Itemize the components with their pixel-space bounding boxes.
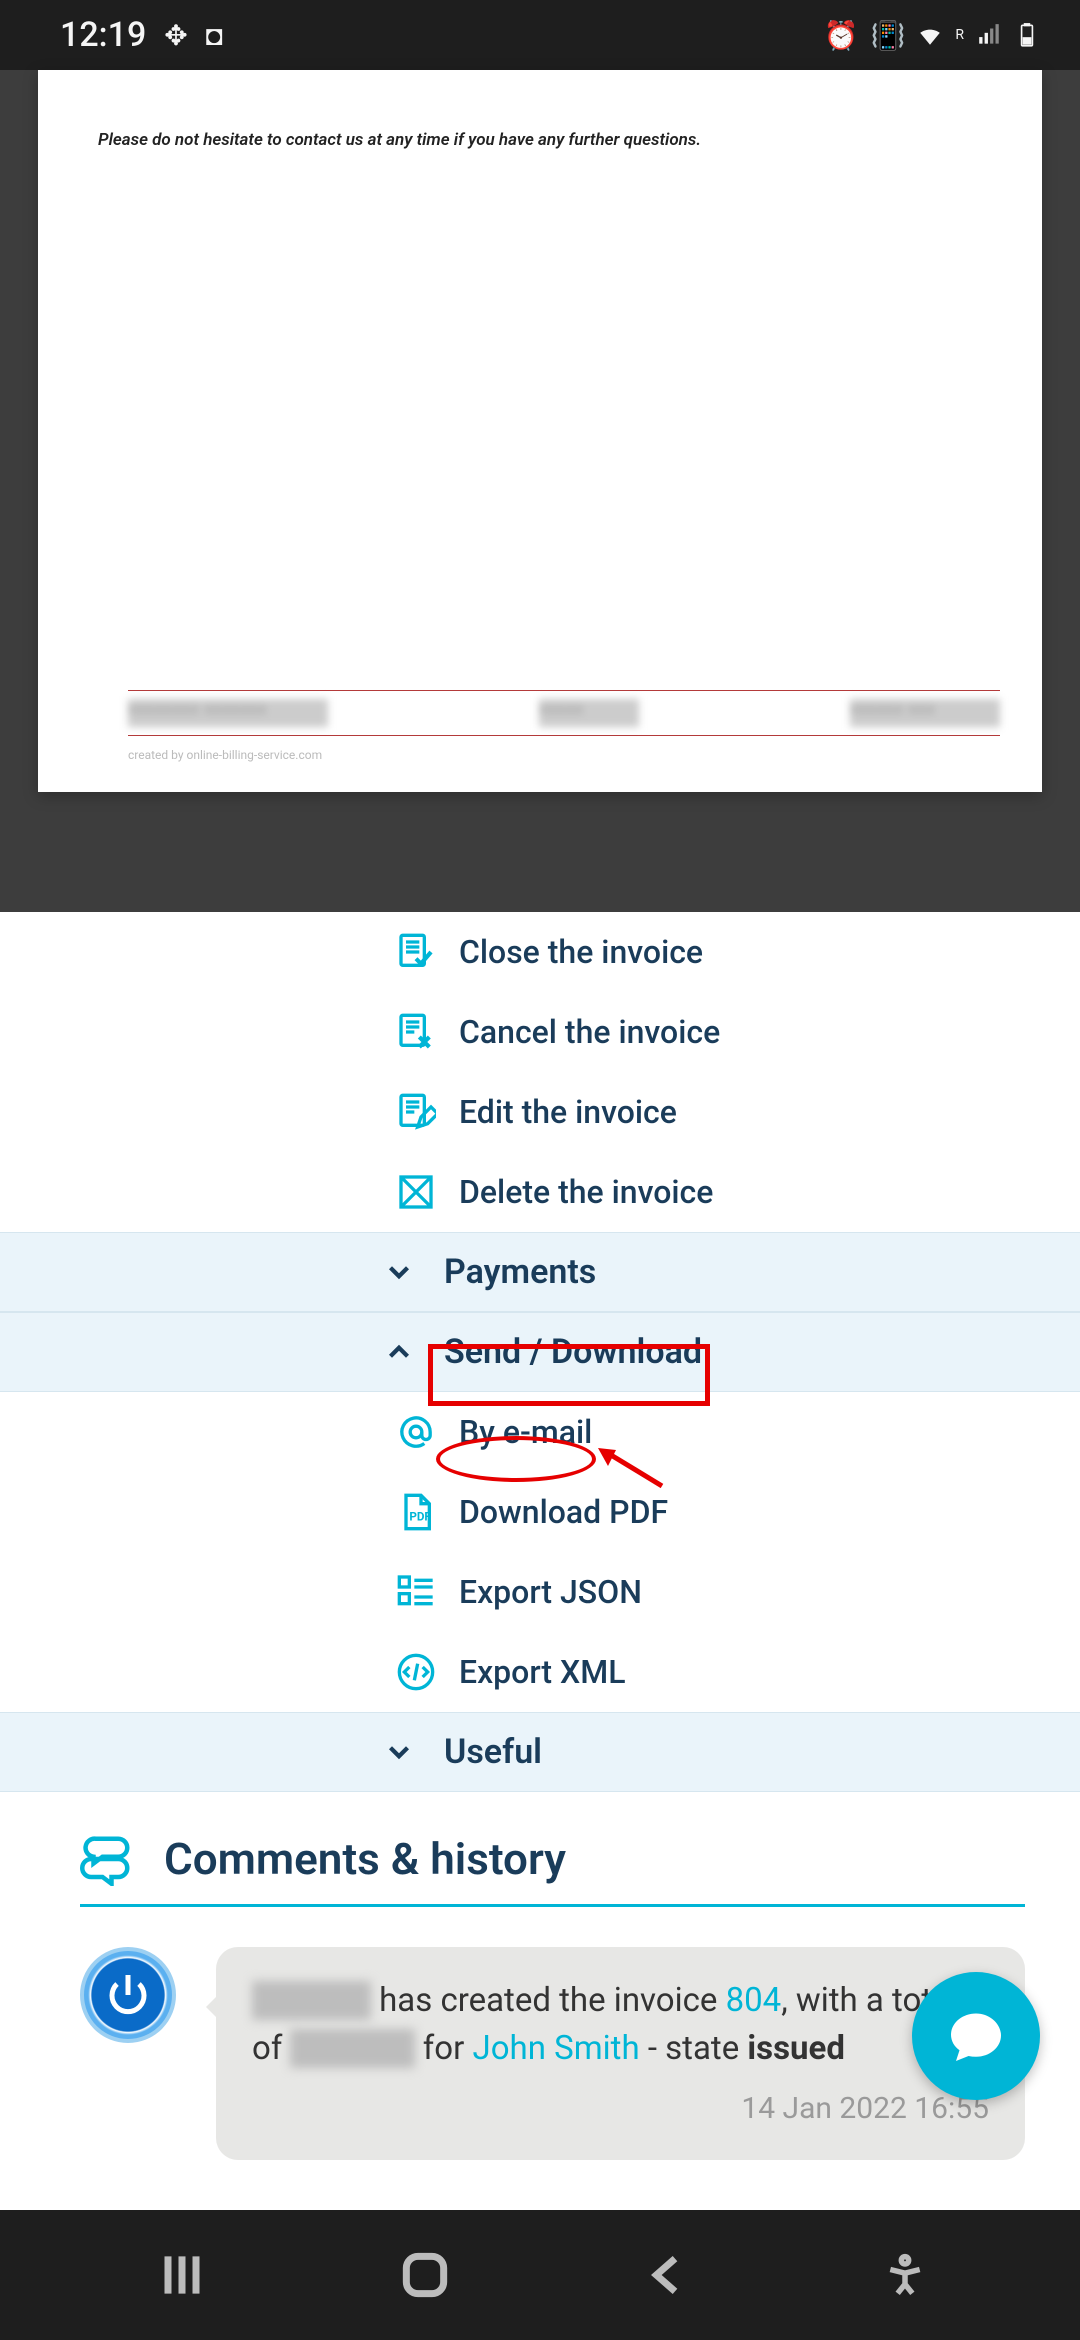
delete-invoice-action[interactable]: Delete the invoice bbox=[0, 1152, 1080, 1232]
section-divider bbox=[80, 1904, 1025, 1907]
delete-invoice-icon bbox=[395, 1172, 437, 1212]
comment-bubble: Xxxxxxx has created the invoice 804, wit… bbox=[216, 1947, 1025, 2160]
section-label: Payments bbox=[444, 1252, 596, 1292]
comments-icon bbox=[80, 1832, 134, 1886]
notification-icon-2: ◘ bbox=[206, 19, 223, 52]
notification-icon-1: ✥ bbox=[164, 19, 187, 52]
action-label: Close the invoice bbox=[459, 933, 703, 971]
useful-section-header[interactable]: Useful bbox=[0, 1712, 1080, 1792]
invoice-number-link[interactable]: 804 bbox=[726, 1981, 782, 2020]
redacted-text: xxxxxxxx xxxxxxx bbox=[128, 699, 328, 727]
invoice-actions-list: Close the invoice Cancel the invoice Edi… bbox=[0, 912, 1080, 1232]
power-icon bbox=[104, 1971, 152, 2019]
alarm-icon: ⏰ bbox=[824, 19, 859, 52]
recents-button[interactable] bbox=[154, 2247, 210, 2303]
comments-title: Comments & history bbox=[164, 1833, 566, 1885]
status-right-cluster: ⏰ 📳 R bbox=[824, 19, 1040, 52]
invoice-document-page: Please do not hesitate to contact us at … bbox=[38, 70, 1042, 792]
redacted-amount: XXXXXX bbox=[290, 2029, 414, 2068]
json-grid-icon bbox=[395, 1572, 437, 1612]
comment-text: for bbox=[415, 2029, 473, 2068]
pdf-file-icon: PDF bbox=[395, 1492, 437, 1532]
edit-invoice-icon bbox=[395, 1092, 437, 1132]
document-footer-block: xxxxxxxx xxxxxxx xxxxx xxxxxx xxx create… bbox=[128, 690, 1000, 762]
action-label: Delete the invoice bbox=[459, 1173, 713, 1211]
chat-fab-button[interactable] bbox=[912, 1972, 1040, 2100]
cancel-invoice-icon bbox=[395, 1012, 437, 1052]
document-preview-region[interactable]: Please do not hesitate to contact us at … bbox=[0, 70, 1080, 912]
xml-code-icon bbox=[395, 1652, 437, 1692]
chevron-up-icon bbox=[382, 1335, 416, 1369]
section-label: Send / Download bbox=[444, 1332, 702, 1372]
comment-timestamp: 14 Jan 2022 16:55 bbox=[252, 2087, 989, 2131]
svg-text:PDF: PDF bbox=[409, 1509, 431, 1523]
edit-invoice-action[interactable]: Edit the invoice bbox=[0, 1072, 1080, 1152]
vibrate-icon: 📳 bbox=[870, 19, 905, 52]
section-label: Useful bbox=[444, 1732, 542, 1772]
action-label: Export XML bbox=[459, 1653, 625, 1691]
android-navigation-bar bbox=[0, 2210, 1080, 2340]
client-name-link[interactable]: John Smith bbox=[472, 2029, 639, 2068]
document-footer-contacts: xxxxxxxx xxxxxxx xxxxx xxxxxx xxx bbox=[128, 690, 1000, 736]
action-label: Cancel the invoice bbox=[459, 1013, 720, 1051]
avatar bbox=[80, 1947, 176, 2043]
send-download-items: By e-mail PDF Download PDF Export JSON E… bbox=[0, 1392, 1080, 1712]
close-invoice-icon bbox=[395, 932, 437, 972]
android-status-bar: 12:19 ✥ ◘ ⏰ 📳 R bbox=[0, 0, 1080, 70]
redacted-text: xxxxx bbox=[539, 699, 639, 727]
document-footer-notice: Please do not hesitate to contact us at … bbox=[98, 130, 982, 150]
chevron-down-icon bbox=[382, 1255, 416, 1289]
comments-header: Comments & history bbox=[80, 1832, 1025, 1886]
send-by-email-action[interactable]: By e-mail bbox=[0, 1392, 1080, 1472]
action-label: Export JSON bbox=[459, 1573, 642, 1611]
comments-history-section: Comments & history Xxxxxxx has created t… bbox=[0, 1792, 1080, 2160]
export-json-action[interactable]: Export JSON bbox=[0, 1552, 1080, 1632]
close-invoice-action[interactable]: Close the invoice bbox=[0, 912, 1080, 992]
battery-icon bbox=[1014, 22, 1040, 48]
invoice-state: issued bbox=[747, 2029, 845, 2068]
at-sign-icon bbox=[395, 1412, 437, 1452]
redacted-username: Xxxxxxx bbox=[252, 1981, 371, 2020]
back-button[interactable] bbox=[640, 2247, 696, 2303]
action-label: Download PDF bbox=[459, 1493, 668, 1531]
wifi-icon bbox=[917, 22, 943, 48]
payments-section-header[interactable]: Payments bbox=[0, 1232, 1080, 1312]
chevron-down-icon bbox=[382, 1735, 416, 1769]
comment-entry: Xxxxxxx has created the invoice 804, wit… bbox=[80, 1947, 1025, 2160]
redacted-text: xxxxxx xxx bbox=[850, 699, 1000, 727]
home-button[interactable] bbox=[397, 2247, 453, 2303]
document-generated-by: created by online-billing-service.com bbox=[128, 748, 1000, 762]
status-left-cluster: 12:19 ✥ ◘ bbox=[60, 15, 223, 55]
comment-text: has created the invoice bbox=[371, 1981, 726, 2020]
chat-bubble-icon bbox=[946, 2006, 1006, 2066]
cancel-invoice-action[interactable]: Cancel the invoice bbox=[0, 992, 1080, 1072]
comment-text: - state bbox=[640, 2029, 748, 2068]
send-download-section-header[interactable]: Send / Download bbox=[0, 1312, 1080, 1392]
roaming-indicator: R bbox=[955, 28, 964, 42]
signal-icon bbox=[976, 22, 1002, 48]
accessibility-button[interactable] bbox=[883, 2253, 927, 2297]
export-xml-action[interactable]: Export XML bbox=[0, 1632, 1080, 1712]
clock-time: 12:19 bbox=[60, 15, 146, 55]
action-label: By e-mail bbox=[459, 1413, 592, 1451]
action-label: Edit the invoice bbox=[459, 1093, 677, 1131]
download-pdf-action[interactable]: PDF Download PDF bbox=[0, 1472, 1080, 1552]
